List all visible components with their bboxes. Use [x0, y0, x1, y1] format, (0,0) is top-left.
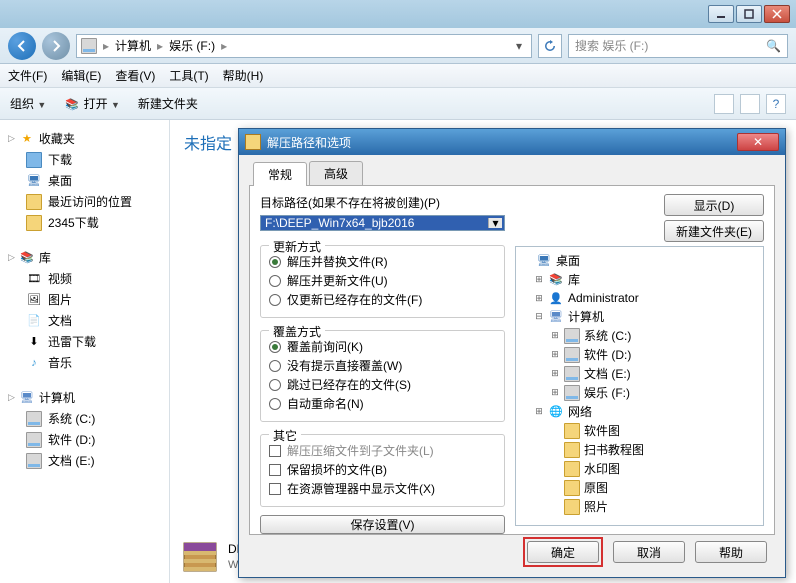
destination-path-input[interactable]: F:\DEEP_Win7x64_bjb2016 ▾ — [260, 215, 505, 231]
crumb-computer[interactable]: 计算机 — [115, 37, 151, 54]
dialog-title: 解压路径和选项 — [267, 134, 351, 151]
path-label: 目标路径(如果不存在将被创建)(P) — [260, 194, 505, 211]
ok-button[interactable]: 确定 — [527, 541, 599, 563]
display-button[interactable]: 显示(D) — [664, 194, 764, 216]
address-bar[interactable]: ▸ 计算机 ▸ 娱乐 (F:) ▸ ▾ — [76, 34, 532, 58]
sidebar-item-2345[interactable]: 2345下载 — [4, 212, 165, 233]
help-button[interactable]: 帮助 — [695, 541, 767, 563]
group-overwrite: 覆盖方式 — [269, 323, 325, 340]
sidebar-item-desktop[interactable]: 🖥桌面 — [4, 170, 165, 191]
toolbar-open[interactable]: 📚 打开 ▼ — [64, 95, 120, 113]
preview-pane-button[interactable] — [740, 94, 760, 114]
save-settings-button[interactable]: 保存设置(V) — [260, 515, 505, 534]
search-box[interactable]: 搜索 娱乐 (F:) 🔍 — [568, 34, 788, 58]
address-dropdown-icon[interactable]: ▾ — [511, 39, 527, 53]
sidebar-item-documents[interactable]: 📄文档 — [4, 310, 165, 331]
radio-skip[interactable]: 跳过已经存在的文件(S) — [269, 375, 496, 394]
menu-edit[interactable]: 编辑(E) — [61, 67, 101, 84]
search-icon: 🔍 — [766, 39, 781, 53]
radio-existing[interactable]: 仅更新已经存在的文件(F) — [269, 290, 496, 309]
window-titlebar — [0, 0, 796, 28]
menu-view[interactable]: 查看(V) — [115, 67, 155, 84]
sidebar-item-drive-e[interactable]: 文档 (E:) — [4, 450, 165, 471]
sidebar-item-downloads[interactable]: 下载 — [4, 149, 165, 170]
check-subfolder[interactable]: 解压压缩文件到子文件夹(L) — [269, 441, 496, 460]
sidebar-item-videos[interactable]: 🎞视频 — [4, 268, 165, 289]
sidebar-item-music[interactable]: ♪音乐 — [4, 352, 165, 373]
refresh-button[interactable] — [538, 34, 562, 58]
toolbar-newfolder[interactable]: 新建文件夹 — [138, 95, 198, 112]
radio-noprompt[interactable]: 没有提示直接覆盖(W) — [269, 356, 496, 375]
search-placeholder: 搜索 娱乐 (F:) — [575, 37, 648, 54]
tab-general[interactable]: 常规 — [253, 162, 307, 186]
group-other: 其它 — [269, 427, 301, 444]
check-keepbroken[interactable]: 保留损坏的文件(B) — [269, 460, 496, 479]
sidebar-item-thunder[interactable]: ⬇迅雷下载 — [4, 331, 165, 352]
tab-advanced[interactable]: 高级 — [309, 161, 363, 185]
sidebar-item-drive-d[interactable]: 软件 (D:) — [4, 429, 165, 450]
sidebar-item-pictures[interactable]: 🖼图片 — [4, 289, 165, 310]
radio-rename[interactable]: 自动重命名(N) — [269, 394, 496, 413]
sidebar: ▷★收藏夹 下载 🖥桌面 最近访问的位置 2345下载 ▷📚库 🎞视频 🖼图片 … — [0, 120, 170, 583]
nav-bar: ▸ 计算机 ▸ 娱乐 (F:) ▸ ▾ 搜索 娱乐 (F:) 🔍 — [0, 28, 796, 64]
extract-dialog: 解压路径和选项 ✕ 常规 高级 目标路径(如果不存在将被创建)(P) F:\DE… — [238, 128, 786, 578]
winrar-icon — [180, 537, 220, 577]
sidebar-favorites[interactable]: ▷★收藏夹 — [4, 128, 165, 149]
sidebar-computer[interactable]: ▷🖥计算机 — [4, 387, 165, 408]
minimize-button[interactable] — [708, 5, 734, 23]
sidebar-item-recent[interactable]: 最近访问的位置 — [4, 191, 165, 212]
dialog-titlebar: 解压路径和选项 ✕ — [239, 129, 785, 155]
folder-tree[interactable]: 🖥桌面 ⊞📚库 ⊞👤Administrator ⊟🖥计算机 ⊞系统 (C:) ⊞… — [515, 246, 764, 526]
menu-tools[interactable]: 工具(T) — [169, 67, 208, 84]
menu-help[interactable]: 帮助(H) — [223, 67, 264, 84]
back-button[interactable] — [8, 32, 36, 60]
path-dropdown-icon[interactable]: ▾ — [488, 218, 502, 228]
menu-bar: 文件(F) 编辑(E) 查看(V) 工具(T) 帮助(H) — [0, 64, 796, 88]
crumb-sep: ▸ — [103, 39, 109, 53]
toolbar-organize[interactable]: 组织 ▼ — [10, 95, 46, 112]
sidebar-libraries[interactable]: ▷📚库 — [4, 247, 165, 268]
crumb-drive[interactable]: 娱乐 (F:) — [169, 37, 215, 54]
new-folder-button[interactable]: 新建文件夹(E) — [664, 220, 764, 242]
sidebar-item-drive-c[interactable]: 系统 (C:) — [4, 408, 165, 429]
drive-icon — [81, 38, 97, 54]
winrar-small-icon — [245, 134, 261, 150]
toolbar: 组织 ▼ 📚 打开 ▼ 新建文件夹 ? — [0, 88, 796, 120]
radio-update[interactable]: 解压并更新文件(U) — [269, 271, 496, 290]
cancel-button[interactable]: 取消 — [613, 541, 685, 563]
group-update: 更新方式 — [269, 238, 325, 255]
dialog-close-button[interactable]: ✕ — [737, 133, 779, 151]
check-showexplorer[interactable]: 在资源管理器中显示文件(X) — [269, 479, 496, 498]
forward-button[interactable] — [42, 32, 70, 60]
menu-file[interactable]: 文件(F) — [8, 67, 47, 84]
view-button[interactable] — [714, 94, 734, 114]
maximize-button[interactable] — [736, 5, 762, 23]
close-button[interactable] — [764, 5, 790, 23]
help-button[interactable]: ? — [766, 94, 786, 114]
